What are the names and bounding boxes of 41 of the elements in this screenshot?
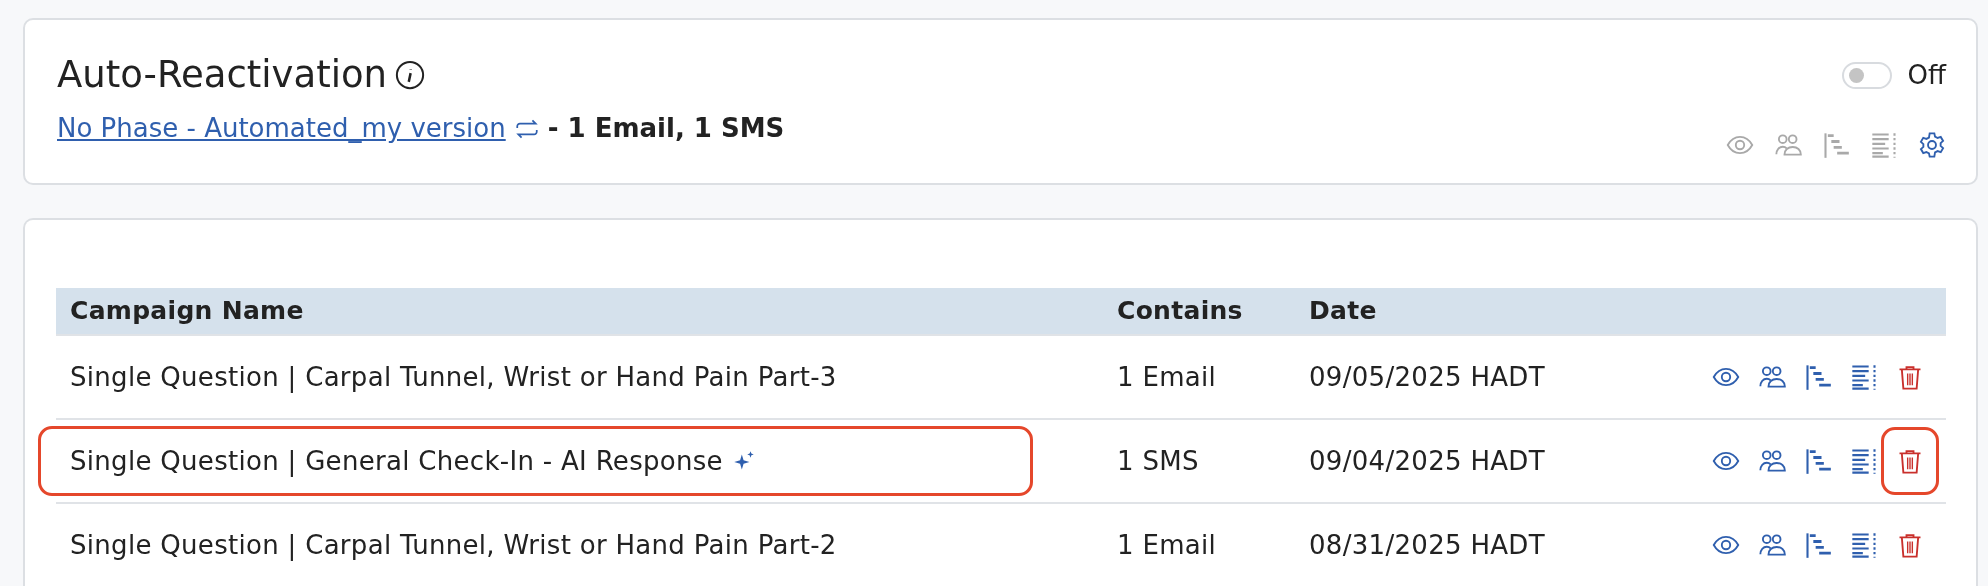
hierarchy-icon bbox=[1822, 131, 1850, 159]
people-icon bbox=[1758, 447, 1786, 475]
settings-button[interactable] bbox=[1918, 131, 1946, 159]
people-icon bbox=[1758, 531, 1786, 559]
people-button[interactable] bbox=[1758, 363, 1786, 391]
text-lines-icon bbox=[1870, 131, 1898, 159]
hierarchy-button[interactable] bbox=[1804, 363, 1832, 391]
column-header: Contains bbox=[1117, 296, 1243, 326]
settings-icon bbox=[1918, 131, 1946, 159]
people-button[interactable] bbox=[1758, 531, 1786, 559]
date-text: 09/04/2025 HADT bbox=[1309, 445, 1545, 476]
info-icon bbox=[395, 59, 425, 90]
people-button[interactable] bbox=[1758, 447, 1786, 475]
text-lines-button[interactable] bbox=[1850, 531, 1878, 559]
column-header: Date bbox=[1309, 296, 1377, 326]
contains-text: 1 Email bbox=[1117, 361, 1217, 392]
people-icon bbox=[1758, 363, 1786, 391]
hierarchy-button[interactable] bbox=[1804, 531, 1832, 559]
contains-text: 1 Email bbox=[1117, 529, 1217, 560]
campaign-name: Single Question | Carpal Tunnel, Wrist or Hand Pain Part-2 bbox=[70, 529, 837, 560]
hierarchy-icon bbox=[1804, 531, 1832, 559]
column-header: Campaign Name bbox=[70, 296, 304, 326]
hierarchy-icon bbox=[1804, 447, 1832, 475]
date-text: 08/31/2025 HADT bbox=[1309, 529, 1545, 560]
summary-text: - 1 Email, 1 SMS bbox=[547, 112, 785, 145]
people-icon bbox=[1774, 131, 1802, 159]
toggle-switch[interactable] bbox=[1841, 62, 1892, 89]
toggle-label: Off bbox=[1907, 59, 1946, 92]
campaign-link[interactable]: No Phase - Automated_my version bbox=[57, 109, 506, 148]
section-title: Auto-Reactivation bbox=[57, 56, 387, 93]
hierarchy-icon bbox=[1804, 363, 1832, 391]
hierarchy-button[interactable] bbox=[1804, 447, 1832, 475]
text-lines-icon bbox=[1850, 447, 1878, 475]
date-text: 09/05/2025 HADT bbox=[1309, 361, 1545, 392]
text-lines-icon bbox=[1850, 363, 1878, 391]
text-lines-button[interactable] bbox=[1850, 363, 1878, 391]
text-lines-button[interactable] bbox=[1850, 447, 1878, 475]
campaign-name: Single Question | General Check-In - AI Response bbox=[70, 445, 723, 476]
text-lines-icon bbox=[1850, 531, 1878, 559]
campaign-name: Single Question | Carpal Tunnel, Wrist or Hand Pain Part-3 bbox=[70, 361, 837, 392]
contains-text: 1 SMS bbox=[1117, 445, 1199, 476]
